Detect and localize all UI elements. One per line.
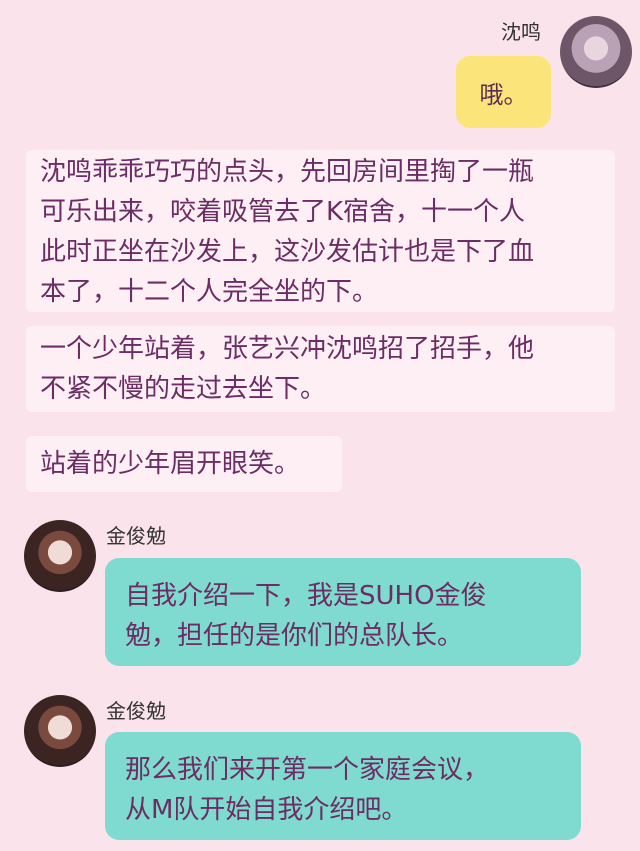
message-line: 勉，担任的是你们的总队长。	[125, 621, 464, 651]
narration-line: 沈鸣乖乖巧巧的点头，先回房间里掏了一瓶	[40, 157, 535, 187]
message-line: 自我介绍一下，我是SUHO金俊	[125, 581, 487, 611]
narration-line: 本了，十二个人完全坐的下。	[40, 277, 379, 307]
message-bubble-shen-ming: 哦。	[456, 56, 551, 128]
message-text: 哦。	[479, 80, 528, 109]
narration-block-2: 一个少年站着，张艺兴冲沈鸣招了招手，他 不紧不慢的走过去坐下。	[26, 326, 615, 412]
avatar-shen-ming	[560, 16, 632, 88]
speaker-name-jin-junmian: 金俊勉	[106, 524, 166, 548]
avatar-jin-junmian	[24, 695, 96, 767]
narration-line: 站着的少年眉开眼笑。	[40, 449, 301, 479]
narration-line: 此时正坐在沙发上，这沙发估计也是下了血	[40, 237, 535, 267]
narration-block-1: 沈鸣乖乖巧巧的点头，先回房间里掏了一瓶 可乐出来，咬着吸管去了K宿舍，十一个人 …	[26, 150, 615, 312]
narration-block-3: 站着的少年眉开眼笑。	[26, 436, 342, 492]
speaker-name-jin-junmian: 金俊勉	[106, 699, 166, 723]
avatar-jin-junmian	[24, 520, 96, 592]
message-line: 从M队开始自我介绍吧。	[125, 795, 408, 825]
narration-line: 一个少年站着，张艺兴冲沈鸣招了招手，他	[40, 334, 535, 364]
narration-line: 不紧不慢的走过去坐下。	[40, 374, 327, 404]
message-bubble-jin-junmian: 那么我们来开第一个家庭会议， 从M队开始自我介绍吧。	[105, 732, 581, 840]
speaker-name-shen-ming: 沈鸣	[501, 20, 541, 44]
message-bubble-jin-junmian: 自我介绍一下，我是SUHO金俊 勉，担任的是你们的总队长。	[105, 558, 581, 666]
message-line: 那么我们来开第一个家庭会议，	[125, 755, 490, 785]
narration-line: 可乐出来，咬着吸管去了K宿舍，十一个人	[40, 197, 526, 227]
